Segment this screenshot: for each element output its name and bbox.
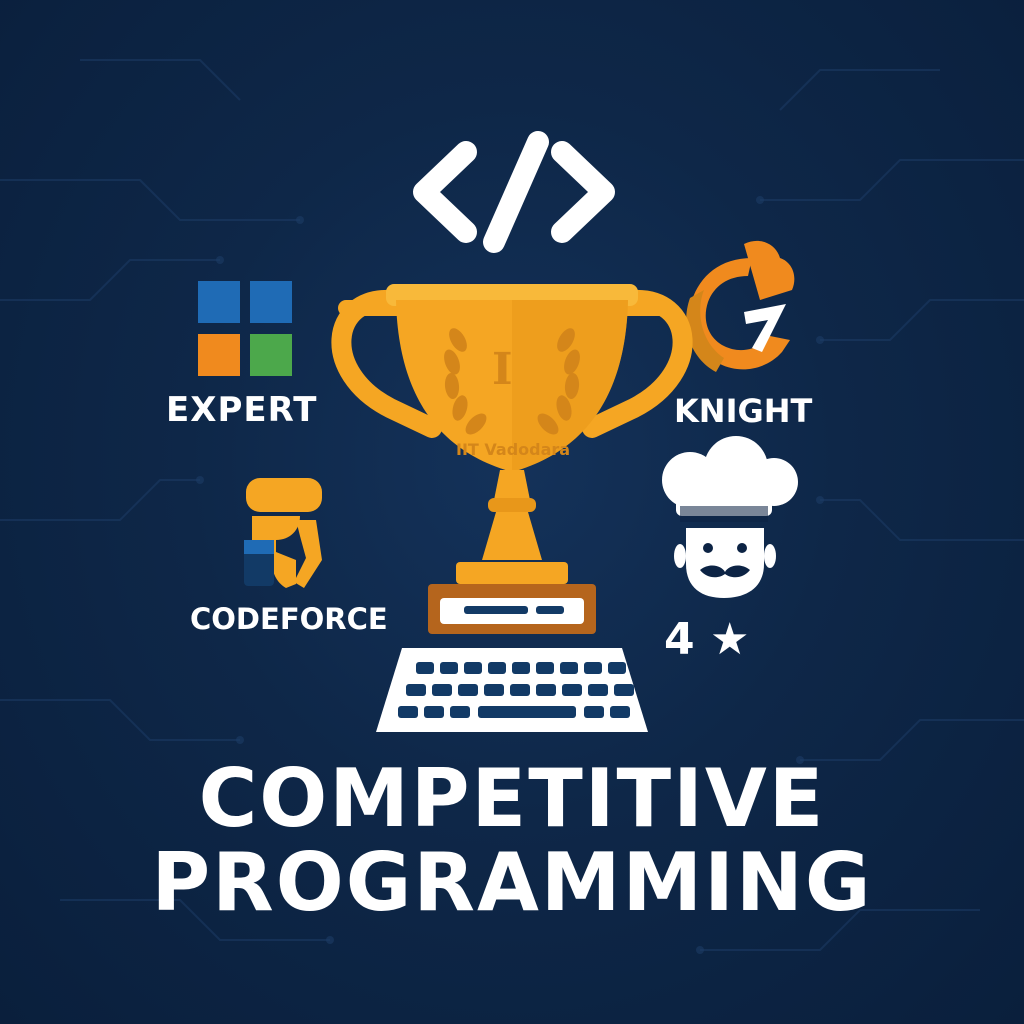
keyboard-key	[584, 706, 604, 718]
rating-number: 4	[664, 614, 695, 665]
keyboard-key	[450, 706, 470, 718]
keyboard-key	[432, 684, 452, 696]
keyboard-icon	[376, 648, 648, 732]
keyboard-key	[562, 684, 582, 696]
keyboard-key	[512, 662, 530, 674]
four-squares-logo-icon	[198, 281, 292, 376]
codeforce-logo-icon	[244, 478, 322, 588]
keyboard-key	[536, 662, 554, 674]
keyboard-key	[588, 684, 608, 696]
trophy-institute-text: IIT Vadodara	[456, 440, 571, 459]
keyboard-key	[610, 706, 630, 718]
keyboard-spacebar	[478, 706, 576, 718]
keyboard-key	[488, 662, 506, 674]
keyboard-key	[614, 684, 634, 696]
keyboard-key	[458, 684, 478, 696]
title-line-2: PROGRAMMING	[151, 836, 873, 929]
keyboard-key	[424, 706, 444, 718]
poster-canvas: I IIT Vadodara EXPERT KNIGHT CODEFORCE 4…	[0, 0, 1024, 1024]
keyboard-key	[536, 684, 556, 696]
knight-label: KNIGHT	[674, 392, 813, 430]
chef-icon	[662, 436, 798, 598]
expert-label: EXPERT	[166, 390, 318, 430]
keyboard-key	[464, 662, 482, 674]
trophy-icon	[331, 284, 693, 634]
keyboard-key	[398, 706, 418, 718]
star-icon: ★	[709, 614, 750, 665]
keyboard-key	[484, 684, 504, 696]
chef-rating: 4 ★	[664, 614, 749, 665]
title-line-1: COMPETITIVE	[198, 752, 826, 845]
codeforce-label: CODEFORCE	[190, 602, 388, 636]
keyboard-key	[510, 684, 530, 696]
keyboard-key	[560, 662, 578, 674]
keyboard-key	[416, 662, 434, 674]
keyboard-key	[406, 684, 426, 696]
trophy-letter: I	[492, 344, 513, 395]
keyboard-key	[440, 662, 458, 674]
keyboard-key	[584, 662, 602, 674]
knight-logo-icon	[686, 240, 795, 372]
keyboard-key	[608, 662, 626, 674]
code-brackets-icon	[413, 131, 615, 253]
